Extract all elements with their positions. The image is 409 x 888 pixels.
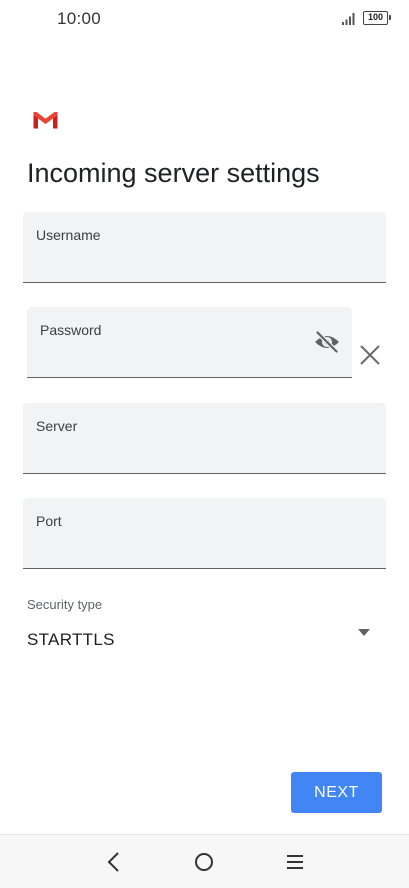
close-icon[interactable] (359, 344, 381, 366)
port-field[interactable]: Port (23, 498, 386, 569)
server-field[interactable]: Server (23, 403, 386, 474)
status-time: 10:00 (57, 9, 102, 28)
password-field[interactable]: Password (27, 307, 352, 378)
security-type-label: Security type (27, 597, 103, 612)
caret-down-icon (358, 629, 370, 636)
username-input[interactable] (36, 252, 373, 276)
signal-icon (342, 13, 355, 25)
password-label: Password (40, 322, 102, 338)
navigation-bar (0, 834, 409, 888)
username-label: Username (36, 227, 101, 243)
username-field[interactable]: Username (23, 212, 386, 283)
server-label: Server (36, 418, 78, 434)
menu-icon[interactable] (283, 850, 307, 874)
home-icon[interactable] (192, 850, 216, 874)
next-button[interactable]: NEXT (291, 772, 382, 813)
back-icon[interactable] (102, 850, 126, 874)
security-type-select[interactable]: STARTTLS (27, 622, 379, 656)
gmail-logo (33, 112, 58, 129)
security-type-value: STARTTLS (27, 630, 115, 649)
password-input[interactable] (40, 347, 306, 371)
screen: 10:00 100 Incoming server settings Usern… (0, 0, 409, 888)
server-input[interactable] (36, 443, 373, 467)
eye-off-icon[interactable] (314, 331, 340, 353)
status-bar: 10:00 100 (0, 0, 409, 38)
port-label: Port (36, 513, 62, 529)
port-input[interactable] (36, 538, 373, 562)
battery-level: 100 (367, 12, 384, 22)
battery-icon: 100 (363, 11, 391, 25)
page-title: Incoming server settings (27, 158, 320, 188)
